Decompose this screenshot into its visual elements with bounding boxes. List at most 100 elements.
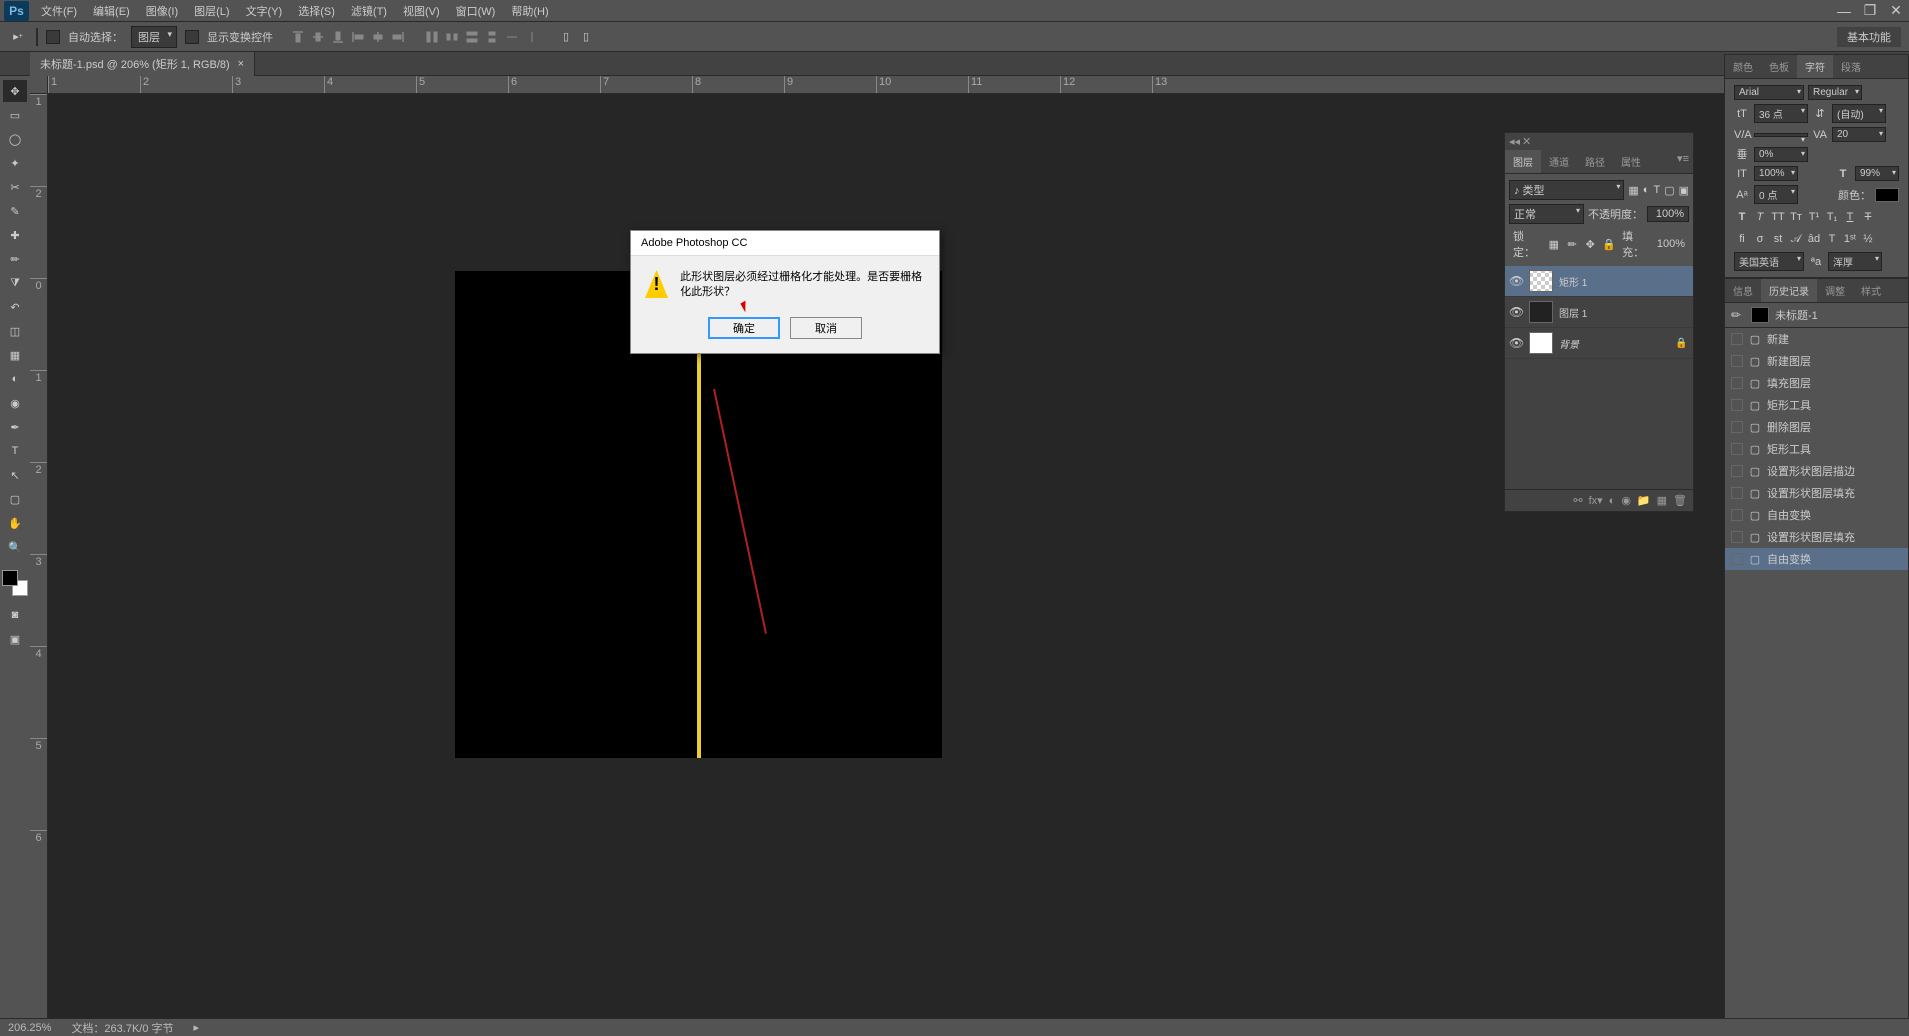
adjustment-icon[interactable]: ◉ — [1621, 494, 1631, 507]
dist-6[interactable] — [523, 28, 541, 46]
tab-history[interactable]: 历史记录 — [1761, 279, 1817, 302]
ot-T[interactable]: T — [1824, 231, 1840, 247]
history-item[interactable]: ▢设置形状图层填充 — [1725, 482, 1908, 504]
new-layer-icon[interactable]: ▦ — [1657, 494, 1667, 507]
underline-btn[interactable]: T — [1842, 209, 1858, 225]
font-style-dropdown[interactable]: Regular — [1808, 85, 1862, 100]
cancel-button[interactable]: 取消 — [790, 317, 862, 339]
arr-1[interactable]: ▯ — [557, 28, 575, 46]
autoselect-checkbox[interactable] — [46, 30, 60, 44]
visibility-icon[interactable]: 👁 — [1509, 274, 1523, 288]
visibility-icon[interactable]: 👁 — [1509, 305, 1523, 319]
eraser-tool[interactable]: ◫ — [3, 320, 27, 342]
history-brush-tool[interactable]: ↶ — [3, 296, 27, 318]
menu-view[interactable]: 视图(V) — [395, 0, 448, 22]
ot-sigma[interactable]: σ — [1752, 231, 1768, 247]
stamp-tool[interactable]: ⧩ — [3, 272, 27, 294]
document-tab-close[interactable]: × — [238, 58, 244, 70]
shape-tool[interactable]: ▢ — [3, 488, 27, 510]
tab-styles[interactable]: 样式 — [1853, 279, 1889, 302]
dist-2[interactable] — [443, 28, 461, 46]
history-item[interactable]: ▢设置形状图层填充 — [1725, 526, 1908, 548]
eyedropper-tool[interactable]: ✎ — [3, 200, 27, 222]
tab-properties[interactable]: 属性 — [1613, 150, 1649, 173]
align-left[interactable] — [349, 28, 367, 46]
fg-color[interactable] — [2, 570, 18, 586]
history-item[interactable]: ▢自由变换 — [1725, 548, 1908, 570]
tab-adjust[interactable]: 调整 — [1817, 279, 1853, 302]
dodge-tool[interactable]: ◉ — [3, 392, 27, 414]
delete-icon[interactable]: 🗑 — [1673, 494, 1687, 507]
crop-tool[interactable]: ✂ — [3, 176, 27, 198]
menu-filter[interactable]: 滤镜(T) — [343, 0, 395, 22]
menu-layer[interactable]: 图层(L) — [186, 0, 237, 22]
ot-1st[interactable]: 1ˢᵗ — [1842, 231, 1858, 247]
arr-2[interactable]: ▯ — [577, 28, 595, 46]
tab-paragraph[interactable]: 段落 — [1833, 55, 1869, 78]
aa-dropdown[interactable]: 浑厚 — [1828, 252, 1882, 271]
status-arrow-icon[interactable]: ▸ — [194, 1021, 200, 1034]
history-item[interactable]: ▢自由变换 — [1725, 504, 1908, 526]
opacity-value[interactable]: 100% — [1647, 206, 1689, 222]
heal-tool[interactable]: ✚ — [3, 224, 27, 246]
dist-1[interactable] — [423, 28, 441, 46]
tab-layers[interactable]: 图层 — [1505, 150, 1541, 173]
history-item[interactable]: ▢删除图层 — [1725, 416, 1908, 438]
tracking[interactable]: 20 — [1832, 127, 1886, 142]
menu-image[interactable]: 图像(I) — [138, 0, 186, 22]
ot-st[interactable]: st — [1770, 231, 1786, 247]
group-icon[interactable]: 📁 — [1637, 494, 1651, 507]
filter-smart-icon[interactable]: ▣ — [1679, 184, 1689, 197]
layer-kind-dropdown[interactable]: ♪ 类型 — [1509, 180, 1624, 200]
lock-pos-icon[interactable]: ✥ — [1584, 237, 1596, 251]
type-tool[interactable]: T — [3, 440, 27, 462]
font-size[interactable]: 36 点 — [1754, 104, 1808, 123]
strike-btn[interactable]: T — [1860, 209, 1876, 225]
panel-menu-icon[interactable]: ▾≡ — [1677, 152, 1689, 171]
text-color-swatch[interactable] — [1875, 188, 1899, 202]
ot-fi[interactable]: fi — [1734, 231, 1750, 247]
lock-paint-icon[interactable]: ✏ — [1566, 237, 1578, 251]
lang-dropdown[interactable]: 美国英语 — [1734, 252, 1804, 271]
path-tool[interactable]: ↖ — [3, 464, 27, 486]
gradient-tool[interactable]: ▦ — [3, 344, 27, 366]
filter-pixel-icon[interactable]: ▦ — [1628, 184, 1638, 197]
allcaps-btn[interactable]: TT — [1770, 209, 1786, 225]
minimize-button[interactable]: — — [1831, 2, 1857, 20]
ot-A[interactable]: 𝒜 — [1788, 231, 1804, 247]
tab-character[interactable]: 字符 — [1797, 55, 1833, 78]
bold-btn[interactable]: T — [1734, 209, 1750, 225]
link-icon[interactable]: ⚯ — [1573, 494, 1582, 507]
collapse-icon[interactable]: ◂◂ — [1509, 135, 1520, 148]
brush-tool[interactable]: ✏ — [3, 248, 27, 270]
lock-trans-icon[interactable]: ▦ — [1548, 237, 1560, 251]
align-vcenter[interactable] — [309, 28, 327, 46]
doc-info[interactable]: 文档：263.7K/0 字节 — [71, 1020, 173, 1036]
zoom-tool[interactable]: 🔍 — [3, 536, 27, 558]
workspace-label[interactable]: 基本功能 — [1837, 27, 1901, 47]
italic-btn[interactable]: T — [1752, 209, 1768, 225]
align-right[interactable] — [389, 28, 407, 46]
layer-item[interactable]: 👁 矩形 1 — [1505, 266, 1693, 297]
super-btn[interactable]: T¹ — [1806, 209, 1822, 225]
mask-icon[interactable]: ◐ — [1609, 495, 1616, 507]
tab-info[interactable]: 信息 — [1725, 279, 1761, 302]
layer-item[interactable]: 👁 背景 🔒 — [1505, 328, 1693, 359]
document-tab[interactable]: 未标题-1.psd @ 206% (矩形 1, RGB/8) × — [30, 52, 255, 76]
color-swatches[interactable] — [2, 570, 28, 596]
menu-file[interactable]: 文件(F) — [33, 0, 85, 22]
history-item[interactable]: ▢填充图层 — [1725, 372, 1908, 394]
marquee-tool[interactable]: ▭ — [3, 104, 27, 126]
menu-select[interactable]: 选择(S) — [290, 0, 343, 22]
lock-all-icon[interactable]: 🔒 — [1602, 237, 1616, 251]
quickmask-tool[interactable]: ◙ — [3, 604, 27, 626]
lasso-tool[interactable]: ◯ — [3, 128, 27, 150]
history-item[interactable]: ▢矩形工具 — [1725, 438, 1908, 460]
kerning[interactable] — [1754, 133, 1808, 137]
ot-half[interactable]: ½ — [1860, 231, 1876, 247]
blur-tool[interactable]: ◐ — [3, 368, 27, 390]
tab-channels[interactable]: 通道 — [1541, 150, 1577, 173]
align-hcenter[interactable] — [369, 28, 387, 46]
pen-tool[interactable]: ✒ — [3, 416, 27, 438]
ot-ad[interactable]: ȃd — [1806, 231, 1822, 247]
